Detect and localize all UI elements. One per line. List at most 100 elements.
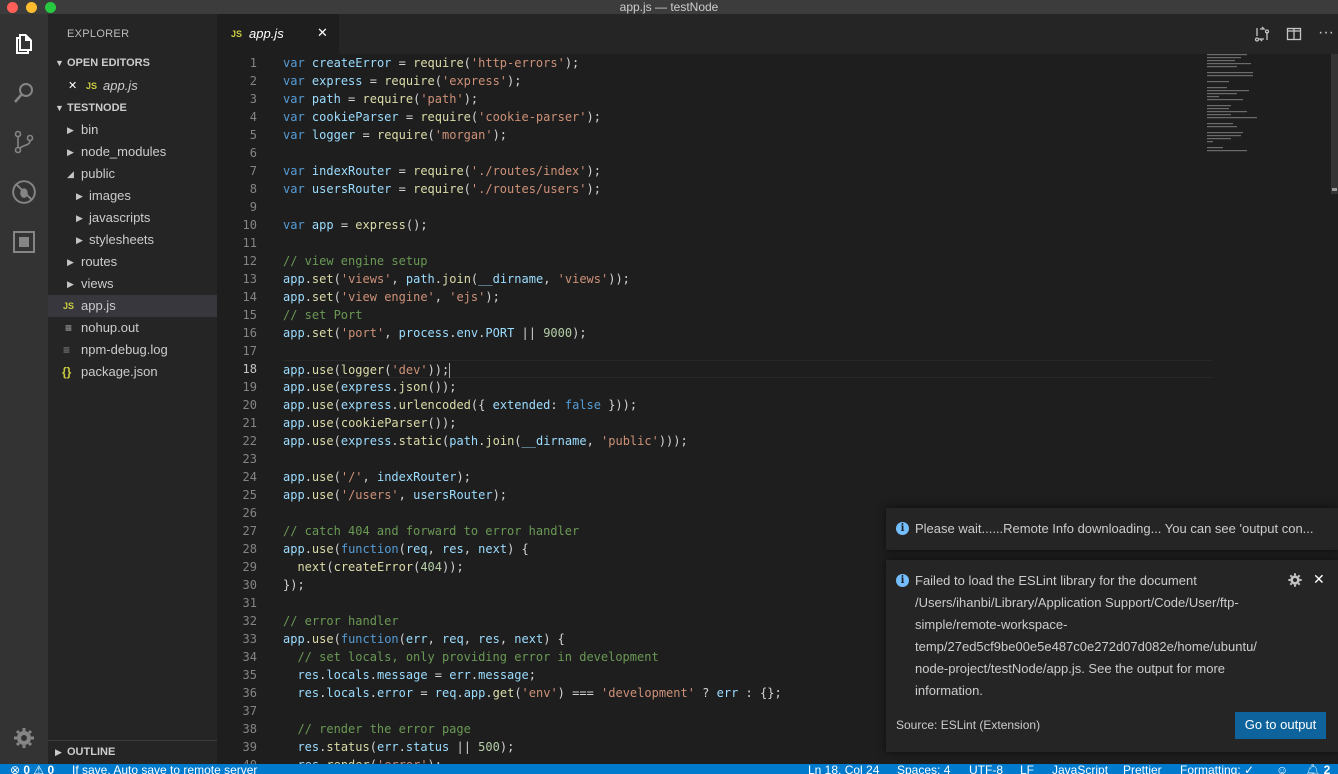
extensions-button[interactable] <box>0 218 48 266</box>
scrollbar-thumb[interactable] <box>1332 188 1337 191</box>
warning-count: 0 <box>47 764 55 774</box>
chevron-right-icon: ▶ <box>67 147 74 157</box>
notification-message-line: Failed to load the ESLint library for th… <box>915 573 1197 588</box>
debug-button[interactable] <box>0 168 48 216</box>
tree-folder-node-modules[interactable]: ▶ node_modules <box>48 141 217 163</box>
sidebar-title: EXPLORER <box>67 28 130 40</box>
open-changes-button[interactable] <box>1253 26 1271 44</box>
split-editor-button[interactable] <box>1285 26 1303 44</box>
cursor-position[interactable]: Ln 18, Col 24 <box>808 764 879 774</box>
javascript-file-icon: JS <box>231 29 243 39</box>
line-number: 37 <box>242 704 257 718</box>
testnode-section[interactable]: ▼ TESTNODE <box>48 97 217 119</box>
notification-count: 2 <box>1323 764 1331 774</box>
line-number: 17 <box>242 344 257 358</box>
tree-folder-bin[interactable]: ▶ bin <box>48 119 217 141</box>
eol-selector[interactable]: LF <box>1020 764 1034 774</box>
notification-settings-button[interactable] <box>1287 572 1303 588</box>
close-icon[interactable]: ✕ <box>1313 571 1325 588</box>
tree-file-app-js[interactable]: JS app.js <box>48 295 217 317</box>
line-number: 4 <box>249 110 257 124</box>
go-to-output-button[interactable]: Go to output <box>1235 712 1326 739</box>
line-number: 31 <box>242 596 257 610</box>
line-number: 6 <box>249 146 257 160</box>
line-number: 1 <box>249 56 257 70</box>
notification-message-line: information. <box>915 683 983 698</box>
chevron-down-icon: ▼ <box>55 103 64 113</box>
source-control-button[interactable] <box>0 118 48 166</box>
line-number: 20 <box>242 398 257 412</box>
code-line: var app = express(); <box>283 218 428 232</box>
open-editor-item[interactable]: ✕ JS app.js <box>48 75 217 97</box>
code-line: var indexRouter = require('./routes/inde… <box>283 164 601 178</box>
language-mode-selector[interactable]: JavaScript <box>1052 764 1108 774</box>
feedback-smiley-icon[interactable]: ☺ <box>1276 764 1288 774</box>
line-number: 12 <box>242 254 257 268</box>
search-button[interactable] <box>0 69 48 117</box>
tree-folder-routes[interactable]: ▶ routes <box>48 251 217 273</box>
line-number: 36 <box>242 686 257 700</box>
chevron-right-icon: ▶ <box>67 125 74 135</box>
code-line: app.use(express.static(path.join(__dirna… <box>283 434 688 448</box>
line-number: 35 <box>242 668 257 682</box>
code-line: app.use('/', indexRouter); <box>283 470 471 484</box>
indentation-selector[interactable]: Spaces: 4 <box>897 764 950 774</box>
line-number: 5 <box>249 128 257 142</box>
open-editors-section[interactable]: ▼ OPEN EDITORS <box>48 52 217 74</box>
formatting-status[interactable]: Formatting: ✓ <box>1180 764 1254 774</box>
vertical-scrollbar[interactable] <box>1331 54 1338 194</box>
tree-folder-stylesheets[interactable]: ▶ stylesheets <box>48 229 217 251</box>
close-icon[interactable]: ✕ <box>68 75 77 97</box>
encoding-selector[interactable]: UTF-8 <box>969 764 1003 774</box>
code-line: // view engine setup <box>283 254 428 268</box>
line-number: 28 <box>242 542 257 556</box>
line-number: 26 <box>242 506 257 520</box>
debug-icon <box>12 180 36 204</box>
line-number: 2 <box>249 74 257 88</box>
problems-indicator[interactable]: ⊗ 0 ⚠ 0 <box>10 764 54 774</box>
prettier-status[interactable]: Prettier <box>1123 764 1162 774</box>
code-line: var createError = require('http-errors')… <box>283 56 580 70</box>
tab-app-js[interactable]: JS app.js ✕ <box>217 14 339 54</box>
explorer-button[interactable] <box>0 20 48 68</box>
close-tab-icon[interactable]: ✕ <box>317 25 328 41</box>
more-actions-icon[interactable]: ··· <box>1317 25 1335 44</box>
json-file-icon: {} <box>62 365 72 379</box>
outline-section[interactable]: ▶ OUTLINE <box>48 740 217 762</box>
tree-file-nohup-out[interactable]: ≡ nohup.out <box>48 317 217 339</box>
line-number: 10 <box>242 218 257 232</box>
code-line: app.use('/users', usersRouter); <box>283 488 508 502</box>
minimap[interactable] <box>1207 54 1317 154</box>
notification-eslint-error[interactable]: i Failed to load the ESLint library for … <box>886 560 1338 752</box>
tree-folder-images[interactable]: ▶ images <box>48 185 217 207</box>
line-number: 9 <box>249 200 257 214</box>
text-cursor <box>449 363 451 378</box>
chevron-down-icon: ◢ <box>67 169 74 179</box>
tree-file-npm-debug-log[interactable]: ≡ npm-debug.log <box>48 339 217 361</box>
line-number: 22 <box>242 434 257 448</box>
notifications-bell-icon[interactable]: 🔔︎ 2 <box>1305 764 1330 774</box>
notification-remote-info[interactable]: i Please wait......Remote Info downloadi… <box>886 508 1338 550</box>
chevron-right-icon: ▶ <box>76 191 83 201</box>
line-number: 3 <box>249 92 257 106</box>
code-line-current: app.use(logger('dev')); <box>283 360 1213 378</box>
javascript-file-icon: JS <box>63 301 75 311</box>
source-control-icon <box>14 130 34 154</box>
code-line: var express = require('express'); <box>283 74 522 88</box>
code-line: app.use(express.json()); <box>283 380 457 394</box>
line-number: 27 <box>242 524 257 538</box>
status-message: If save, Auto save to remote server <box>72 764 258 774</box>
tree-folder-javascripts[interactable]: ▶ javascripts <box>48 207 217 229</box>
manage-button[interactable] <box>0 714 48 762</box>
code-line: // set Port <box>283 308 363 322</box>
tree-folder-public[interactable]: ◢ public <box>48 163 217 185</box>
tree-file-package-json[interactable]: {} package.json <box>48 361 217 383</box>
title-bar: app.js — testNode <box>0 0 1338 14</box>
notification-message-line: temp/27ed5cf9be00e5e487c0e272d07d082e/ho… <box>915 639 1257 654</box>
code-line: app.use(cookieParser()); <box>283 416 457 430</box>
code-line: app.set('view engine', 'ejs'); <box>283 290 500 304</box>
tree-folder-views[interactable]: ▶ views <box>48 273 217 295</box>
